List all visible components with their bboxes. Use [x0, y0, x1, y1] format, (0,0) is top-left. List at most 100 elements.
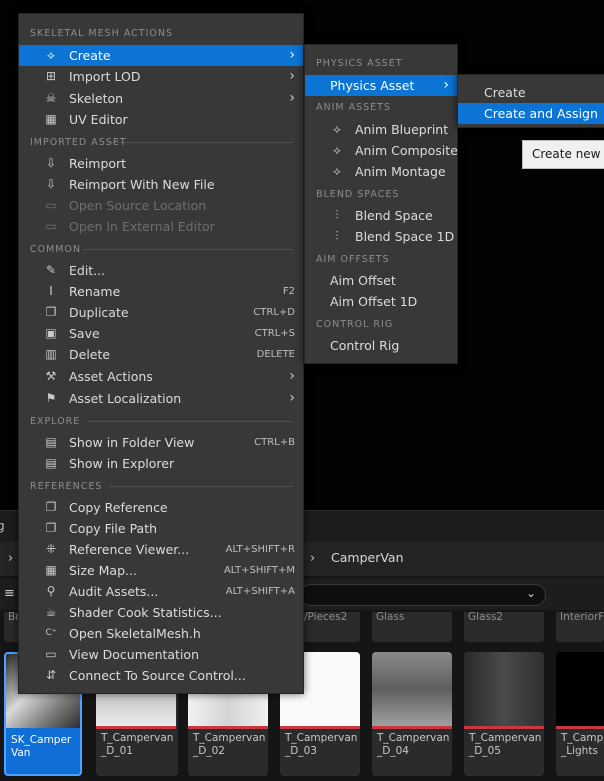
uv-editor-icon: ▦: [45, 112, 57, 126]
menu-item-size-map[interactable]: ▦ Size Map... ALT+SHIFT+M: [19, 560, 303, 581]
asset-type-strip: [556, 726, 604, 729]
menu-item-connect-to-source-control[interactable]: ⇵ Connect To Source Control...: [19, 665, 303, 686]
path-chevron-icon[interactable]: ›: [8, 551, 13, 566]
section-explore: EXPLORE: [30, 416, 81, 427]
menu-item-label: Edit...: [69, 263, 106, 278]
menu-item-skeleton[interactable]: ☠ Skeleton ›: [19, 88, 303, 109]
asset-tile-name: T_Campervan _D_02: [193, 732, 266, 757]
menu-item-control-rig[interactable]: Control Rig: [305, 335, 457, 356]
menu-item-label: Reimport: [69, 156, 127, 171]
create-icon: ⟡: [47, 48, 55, 62]
filter-icon[interactable]: ≡: [4, 586, 15, 601]
menu-item-aim-offset[interactable]: Aim Offset: [305, 270, 457, 291]
menu-item-label: Open SkeletalMesh.h: [69, 626, 201, 641]
menu-item-label: Physics Asset: [330, 78, 415, 93]
menu-item-uv-editor[interactable]: ▦ UV Editor: [19, 109, 303, 130]
shortcut-label: ALT+SHIFT+A: [225, 586, 295, 597]
menu-item-create-and-assign[interactable]: Create and Assign: [458, 103, 604, 124]
shortcut-label: ALT+SHIFT+R: [225, 544, 295, 555]
menu-item-create[interactable]: ⟡ Create ›: [19, 45, 303, 66]
menu-item-reimport-with-new-file[interactable]: ⇩ Reimport With New File: [19, 174, 303, 195]
menu-item-physics-asset[interactable]: Physics Asset ›: [305, 75, 457, 96]
path-folder-campervan[interactable]: CamperVan: [331, 550, 404, 565]
reimport-new-file-icon: ⇩: [45, 177, 57, 191]
menu-item-rename[interactable]: Ⅰ Rename F2: [19, 281, 303, 302]
menu-item-label: Skeleton: [69, 91, 124, 106]
menu-item-view-documentation[interactable]: ▭ View Documentation: [19, 644, 303, 665]
menu-item-asset-actions[interactable]: ⚒ Asset Actions ›: [19, 366, 303, 387]
menu-item-blend-space[interactable]: ⫶ Blend Space: [305, 205, 457, 226]
chevron-right-icon: ›: [289, 390, 295, 406]
section-aim-offsets: AIM OFFSETS: [316, 254, 390, 265]
save-icon: ▣: [45, 326, 57, 340]
explorer-icon: ▤: [45, 456, 57, 470]
menu-item-label: Shader Cook Statistics...: [69, 605, 222, 620]
open-source-location-icon: ▭: [45, 198, 57, 212]
menu-item-physics-create[interactable]: Create: [458, 82, 604, 103]
menu-item-audit-assets[interactable]: ⚲ Audit Assets... ALT+SHIFT+A: [19, 581, 303, 602]
shortcut-label: CTRL+B: [254, 437, 295, 448]
chevron-right-icon: ›: [289, 90, 295, 106]
shortcut-label: CTRL+D: [253, 307, 295, 318]
rename-icon: Ⅰ: [49, 284, 53, 298]
skeletal-mesh-context-menu: SKELETAL MESH ACTIONS ⟡ Create › ⊞ Impor…: [18, 13, 304, 694]
content-browser-tab-label[interactable]: g: [0, 519, 5, 533]
menu-item-label: View Documentation: [69, 647, 199, 662]
chevron-right-icon: ›: [289, 68, 295, 84]
menu-item-aim-offset-1d[interactable]: Aim Offset 1D: [305, 291, 457, 312]
section-control-rig: CONTROL RIG: [316, 319, 394, 330]
menu-item-open-in-external-editor: ▭ Open In External Editor: [19, 216, 303, 237]
menu-item-reference-viewer[interactable]: ⁜ Reference Viewer... ALT+SHIFT+R: [19, 539, 303, 560]
reimport-icon: ⇩: [45, 156, 57, 170]
shortcut-label: ALT+SHIFT+M: [223, 565, 295, 576]
search-input[interactable]: [300, 584, 546, 606]
menu-item-shader-cook-statistics[interactable]: ☕ Shader Cook Statistics...: [19, 602, 303, 623]
section-divider: [107, 142, 293, 143]
anim-blueprint-icon: ⟡: [333, 122, 341, 136]
anim-composite-icon: ⟡: [333, 143, 341, 157]
menu-item-duplicate[interactable]: ❐ Duplicate CTRL+D: [19, 302, 303, 323]
audit-assets-icon: ⚲: [46, 584, 56, 598]
asset-tile-label: Glass: [376, 611, 405, 623]
asset-tile[interactable]: T_Campervan _D_05: [464, 652, 544, 776]
menu-item-copy-file-path[interactable]: ❐ Copy File Path: [19, 518, 303, 539]
menu-item-import-lod[interactable]: ⊞ Import LOD ›: [19, 66, 303, 87]
asset-tile-name: T_Campervan _D_05: [469, 732, 542, 757]
edit-icon: ✎: [45, 263, 57, 277]
duplicate-icon: ❐: [45, 305, 57, 319]
asset-thumbnail: [372, 652, 452, 726]
menu-item-asset-localization[interactable]: ⚑ Asset Localization ›: [19, 388, 303, 409]
asset-type-strip: [188, 726, 268, 729]
path-separator-icon: ›: [310, 551, 316, 566]
menu-item-delete[interactable]: ▥ Delete DELETE: [19, 344, 303, 365]
menu-item-reimport[interactable]: ⇩ Reimport: [19, 153, 303, 174]
menu-item-save[interactable]: ▣ Save CTRL+S: [19, 323, 303, 344]
menu-item-label: Size Map...: [69, 563, 137, 578]
menu-item-edit[interactable]: ✎ Edit...: [19, 260, 303, 281]
menu-item-show-in-explorer[interactable]: ▤ Show in Explorer: [19, 453, 303, 474]
menu-item-blend-space-1d[interactable]: ⫶ Blend Space 1D: [305, 226, 457, 247]
menu-item-label: Asset Actions: [69, 369, 153, 384]
anim-montage-icon: ⟡: [333, 164, 341, 178]
menu-item-label: Open Source Location: [69, 198, 207, 213]
asset-tile-label: Glass2: [468, 611, 504, 623]
menu-item-show-in-folder-view[interactable]: ▤ Show in Folder View CTRL+B: [19, 432, 303, 453]
menu-item-label: Aim Offset 1D: [330, 294, 418, 309]
menu-item-label: Asset Localization: [69, 391, 182, 406]
cpp-file-icon: C⁺: [45, 628, 57, 638]
menu-item-label: Blend Space 1D: [355, 229, 455, 244]
menu-item-copy-reference[interactable]: ❐ Copy Reference: [19, 497, 303, 518]
menu-item-anim-montage[interactable]: ⟡ Anim Montage: [305, 161, 457, 182]
menu-item-anim-composite[interactable]: ⟡ Anim Composite: [305, 140, 458, 161]
asset-tile[interactable]: T_Campervan _D_04: [372, 652, 452, 776]
shortcut-label: DELETE: [256, 349, 295, 360]
copy-reference-icon: ❐: [45, 500, 57, 514]
chevron-right-icon: ›: [289, 368, 295, 384]
asset-tile[interactable]: T_Camp _Lights: [556, 652, 604, 776]
chevron-down-icon[interactable]: ⌄: [526, 586, 536, 600]
shader-stats-icon: ☕: [45, 605, 57, 619]
folder-view-icon: ▤: [45, 435, 57, 449]
menu-item-anim-blueprint[interactable]: ⟡ Anim Blueprint: [305, 119, 457, 140]
menu-item-open-skeletalmesh-h[interactable]: C⁺ Open SkeletalMesh.h: [19, 623, 303, 644]
menu-item-label: Connect To Source Control...: [69, 668, 246, 683]
